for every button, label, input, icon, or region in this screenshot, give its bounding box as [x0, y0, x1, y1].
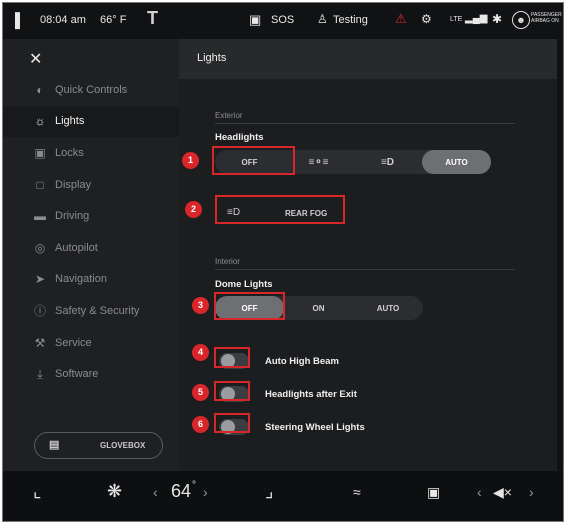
low-beam-icon: ≡D [380, 156, 395, 168]
camera-icon[interactable]: ▣ [249, 12, 261, 28]
headlights-label: Headlights [215, 132, 264, 143]
callout-box-5 [214, 381, 250, 401]
tesla-logo-icon[interactable]: T [147, 8, 158, 29]
sidebar-item-service[interactable]: ⚒ Service [3, 329, 179, 359]
info-icon: ⓘ [33, 304, 46, 318]
glovebox-label: GLOVEBOX [100, 441, 146, 450]
dome-lights-label: Dome Lights [215, 279, 273, 290]
profile-icon[interactable]: ♙ [317, 12, 328, 26]
sun-icon: ☼ [34, 114, 46, 128]
sidebar-item-navigation[interactable]: ➤ Navigation [3, 265, 179, 295]
door-icon[interactable]: ▌ [15, 12, 25, 28]
headlights-after-exit-label: Headlights after Exit [265, 389, 357, 400]
sidebar-item-label: Locks [55, 147, 84, 159]
cabin-temperature: 64 [171, 481, 192, 501]
callout-box-6 [214, 413, 250, 433]
exterior-section-label: Exterior [215, 111, 243, 120]
display-icon: □ [36, 178, 44, 192]
callout-badge-3: 3 [192, 297, 209, 314]
mute-icon[interactable]: ◀× [493, 484, 512, 501]
car-icon: ▬ [34, 209, 46, 223]
callout-box-1 [212, 146, 295, 175]
gear-icon[interactable]: ⚙ [421, 12, 432, 26]
callout-box-2 [215, 195, 345, 224]
temp-increase-icon[interactable]: › [203, 484, 208, 500]
sidebar-item-label: Service [55, 337, 92, 349]
sidebar-item-locks[interactable]: ▣ Locks [3, 139, 179, 169]
fan-icon[interactable]: ❋ [107, 481, 122, 502]
steering-wheel-lights-label: Steering Wheel Lights [265, 422, 365, 433]
wrench-icon: ⚒ [34, 336, 46, 350]
sidebar-item-label: Navigation [55, 273, 107, 285]
temperature-degree: ° [192, 480, 196, 491]
lights-panel: Lights Exterior Headlights OFF ≡⚬≡ ≡D AU… [179, 39, 563, 471]
airbag-icon: ☻ [512, 11, 530, 29]
callout-box-3 [214, 292, 285, 320]
callout-badge-1: 1 [182, 152, 199, 169]
front-defrost-icon[interactable]: ≈ [353, 484, 361, 500]
divider [215, 123, 515, 124]
page-title: Lights [197, 52, 227, 64]
signal-icon: ▂▄▆ [465, 13, 488, 24]
callout-box-4 [214, 347, 250, 368]
callout-badge-6: 6 [192, 416, 209, 433]
callout-badge-4: 4 [192, 344, 209, 361]
outside-temperature: 66° F [100, 14, 127, 26]
parking-lights-icon: ≡⚬≡ [308, 156, 329, 168]
navigation-arrow-icon: ➤ [34, 272, 46, 286]
glovebox-button[interactable]: ▤ GLOVEBOX [34, 432, 163, 459]
sidebar-item-label: Quick Controls [55, 84, 128, 96]
sidebar-item-label: Autopilot [55, 242, 98, 254]
seat-heater-passenger-icon[interactable]: ⌟ [265, 481, 273, 502]
bluetooth-icon[interactable]: ✱ [492, 12, 502, 26]
seat-heater-icon[interactable]: ⌞ [33, 481, 41, 502]
sidebar-item-label: Lights [55, 115, 85, 127]
profile-name[interactable]: Testing [333, 14, 368, 26]
sidebar-item-lights[interactable]: ☼ Lights [3, 107, 179, 137]
callout-badge-5: 5 [192, 384, 209, 401]
lock-icon: ▣ [34, 146, 46, 160]
sidebar-item-safety-security[interactable]: ⓘ Safety & Security [3, 297, 179, 327]
low-beam-option[interactable]: ≡D [353, 150, 422, 174]
download-icon: ⤓ [37, 367, 43, 381]
sidebar-item-software[interactable]: ⤓ Software [3, 360, 179, 390]
toggle-icon: ◐ [36, 83, 44, 97]
temp-decrease-icon[interactable]: ‹ [153, 484, 158, 500]
callout-badge-2: 2 [185, 201, 202, 218]
lte-label: LTE [450, 16, 463, 23]
clock: 08:04 am [40, 14, 86, 26]
sidebar-item-label: Software [55, 368, 99, 380]
sidebar-item-quick-controls[interactable]: ◐ Quick Controls [3, 76, 179, 106]
airbag-line-2: AIRBAG ON [531, 18, 559, 24]
close-icon[interactable]: ✕ [29, 49, 42, 69]
glovebox-icon: ▤ [49, 439, 60, 451]
sidebar-item-display[interactable]: □ Display [3, 171, 179, 201]
dome-on-option[interactable]: ON [284, 296, 353, 320]
settings-sidebar: ✕ ◐ Quick Controls ☼ Lights ▣ Locks □ Di… [3, 39, 179, 471]
headlights-auto-option[interactable]: AUTO [422, 150, 491, 174]
interior-section-label: Interior [215, 257, 240, 266]
volume-down-icon[interactable]: ‹ [477, 484, 482, 500]
steering-wheel-icon: ◎ [34, 241, 46, 255]
sos-label[interactable]: SOS [271, 14, 294, 26]
status-bar: ▌ 08:04 am 66° F T ▣ SOS ♙ Testing ⚠ ⚙ L… [3, 3, 563, 39]
sidebar-item-label: Display [55, 179, 92, 191]
sidebar-item-driving[interactable]: ▬ Driving [3, 202, 179, 232]
warning-icon[interactable]: ⚠ [395, 11, 407, 27]
volume-up-icon[interactable]: › [529, 484, 534, 500]
panel-header: Lights [179, 39, 557, 79]
sidebar-item-label: Driving [55, 210, 90, 222]
auto-high-beam-label: Auto High Beam [265, 356, 339, 367]
map-edge [557, 39, 563, 471]
passenger-airbag-status: PASSENGER AIRBAG ON [531, 12, 562, 24]
tesla-screen: ▌ 08:04 am 66° F T ▣ SOS ♙ Testing ⚠ ⚙ L… [2, 2, 564, 522]
sidebar-item-label: Safety & Security [55, 305, 140, 317]
dome-auto-option[interactable]: AUTO [353, 296, 423, 320]
sidebar-item-autopilot[interactable]: ◎ Autopilot [3, 234, 179, 264]
divider [215, 269, 515, 270]
climate-bar: ⌞ ❋ ‹ 64 ° › ⌟ ≈ ▣ ‹ ◀× › [3, 471, 563, 521]
rear-defrost-icon[interactable]: ▣ [427, 484, 440, 501]
